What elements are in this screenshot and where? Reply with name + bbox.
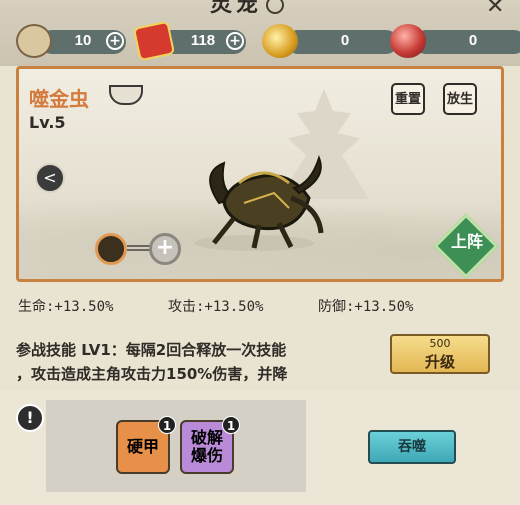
trait-tray <box>46 400 306 492</box>
resource-value: 0 <box>468 32 478 49</box>
trait-chip-label: 硬甲 <box>126 437 159 456</box>
deploy-button-label[interactable]: 上阵 <box>441 233 493 251</box>
info-icon[interactable]: ! <box>16 404 44 432</box>
skill-description: 参战技能 LV1：每隔2回合释放一次技能 ，攻击造成主角攻击力150%伤害，并降 <box>16 338 376 386</box>
rice-sack-icon <box>16 24 52 58</box>
add-envelope-button[interactable]: + <box>226 32 244 50</box>
gold-ingot-icon <box>262 24 298 58</box>
release-button[interactable]: 放生 <box>443 83 477 115</box>
pet-stats-row: 生命:+13.50% 攻击:+13.50% 防御:+13.50% <box>18 296 498 316</box>
add-rice-button[interactable]: + <box>106 32 124 50</box>
upgrade-cost: 500 <box>429 337 451 350</box>
trait-count-badge: 1 <box>158 416 176 434</box>
resource-bar: 灵宠 ✕ 10 + 118 + 0 0 <box>0 0 520 66</box>
resource-value: 10 <box>74 32 92 49</box>
pet-type-icon <box>109 85 143 105</box>
skill-line-1: 参战技能 LV1：每隔2回合释放一次技能 <box>16 341 287 359</box>
resource-value: 118 <box>190 32 216 49</box>
resource-value: 0 <box>340 32 350 49</box>
upgrade-button[interactable]: 500 升级 <box>390 334 490 374</box>
red-orb-icon <box>390 24 426 58</box>
skill-line-2: ，攻击造成主角攻击力150%伤害，并降 <box>16 365 288 383</box>
devour-button[interactable]: 吞噬 <box>368 430 456 464</box>
red-envelope-icon <box>132 20 176 62</box>
add-equipment-slot[interactable]: + <box>149 233 181 265</box>
chain-link-icon <box>127 245 151 251</box>
stat-attack: 攻击:+13.50% <box>168 299 264 315</box>
trait-count-badge: 1 <box>222 416 240 434</box>
pet-name: 噬金虫 <box>29 87 89 111</box>
pet-level: Lv.5 <box>29 113 66 132</box>
help-icon[interactable] <box>266 0 285 14</box>
window-title: 灵宠 <box>210 0 310 17</box>
beetle-creature-image <box>194 155 324 251</box>
trait-chip-label: 破解爆伤 <box>190 428 223 465</box>
reset-button[interactable]: 重置 <box>391 83 425 115</box>
stat-defense: 防御:+13.50% <box>318 299 414 315</box>
upgrade-label: 升级 <box>424 353 455 371</box>
share-icon[interactable]: < <box>35 163 65 193</box>
equipped-item-slot[interactable] <box>95 233 127 265</box>
close-icon[interactable]: ✕ <box>486 0 510 19</box>
window-title-text: 灵宠 <box>210 0 263 17</box>
stat-hp: 生命:+13.50% <box>18 299 114 315</box>
pet-display-panel: 噬金虫 Lv.5 重置 放生 < + 上阵 <box>16 66 504 282</box>
